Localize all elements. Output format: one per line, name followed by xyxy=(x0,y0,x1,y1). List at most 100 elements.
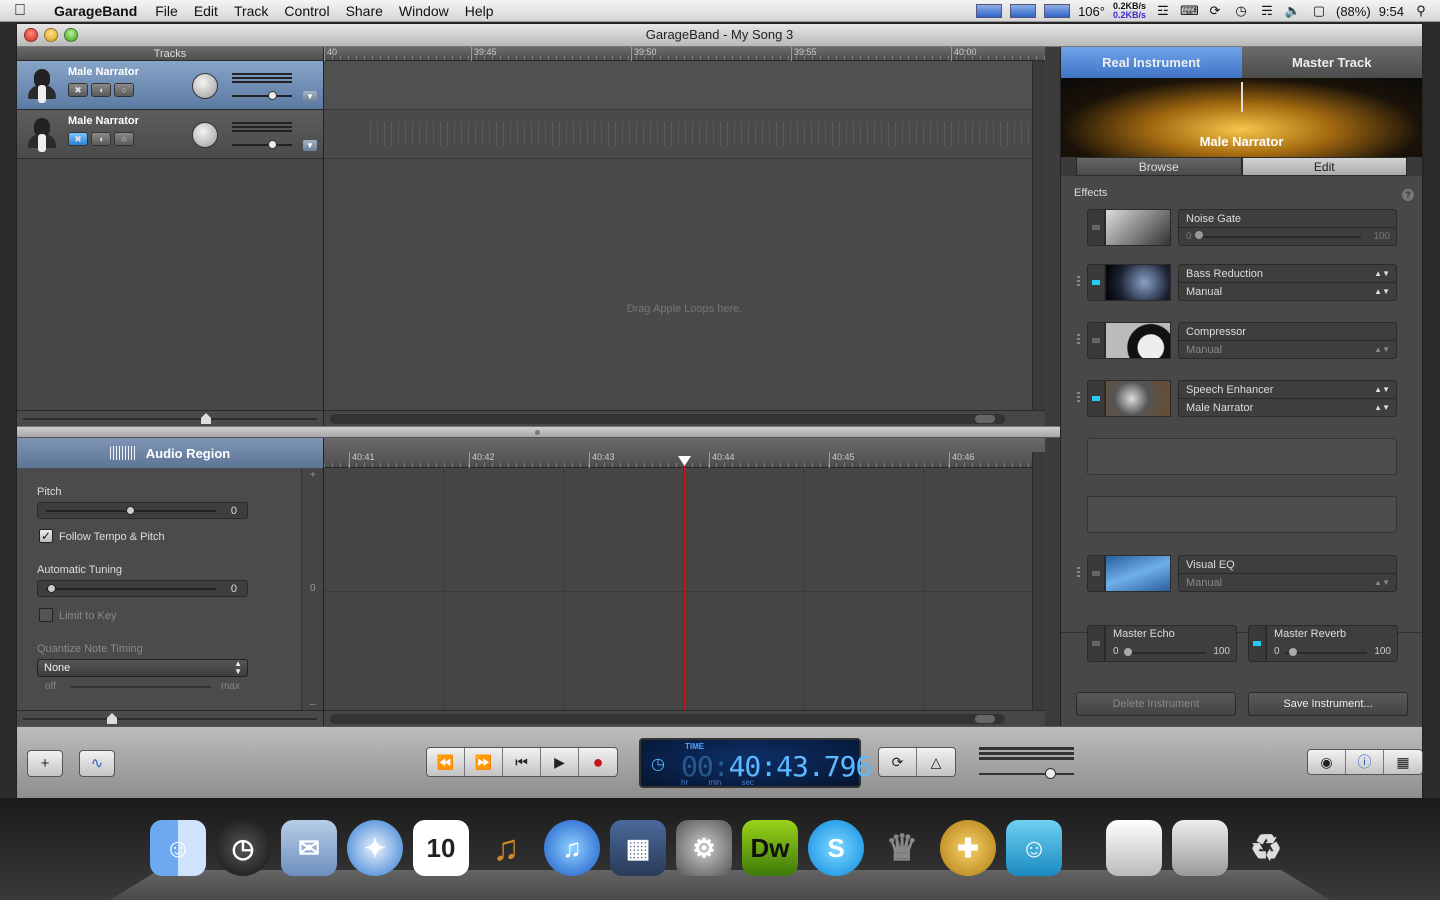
effect-toggle[interactable] xyxy=(1087,322,1105,359)
preset-select[interactable]: Manual ▲▼ xyxy=(1179,283,1396,301)
time-display-lcd[interactable]: ◷ TIME 00:40:43.796 hr min sec xyxy=(639,738,872,788)
drag-handle-icon[interactable] xyxy=(1077,334,1080,346)
editor-horizontal-scrollbar[interactable] xyxy=(324,710,1045,726)
ical-icon[interactable]: 10 xyxy=(413,820,469,876)
volume-icon[interactable]: 🔈 xyxy=(1284,4,1302,18)
track-lane-1[interactable] xyxy=(324,61,1045,110)
solo-headphones-icon[interactable]: ◖ xyxy=(91,83,111,97)
spotlight-search-icon[interactable]: ⚲ xyxy=(1412,4,1430,18)
effect-select[interactable]: Speech Enhancer ▲▼ xyxy=(1179,381,1396,399)
menu-share[interactable]: Share xyxy=(338,3,391,19)
track-volume-slider[interactable] xyxy=(232,140,292,149)
track-name[interactable]: Male Narrator xyxy=(68,66,139,78)
expand-track-icon[interactable]: ▼ xyxy=(303,140,317,151)
fast-forward-icon[interactable]: ⏩ xyxy=(465,748,503,776)
tab-browse[interactable]: Browse xyxy=(1076,157,1242,176)
master-reverb-toggle[interactable] xyxy=(1248,625,1266,662)
pan-knob[interactable] xyxy=(192,122,218,148)
stuffit-icon[interactable]: ✚ xyxy=(940,820,996,876)
audio-waveform[interactable] xyxy=(364,122,1035,146)
bluetooth-icon[interactable]: ☲ xyxy=(1154,4,1172,18)
arrange-timeline[interactable]: 40 39:45 39:50 39:55 40:00 Drag Apple Lo… xyxy=(324,47,1045,426)
editor-divider[interactable] xyxy=(17,426,1060,438)
dreamweaver-icon[interactable]: Dw xyxy=(742,820,798,876)
go-to-beginning-icon[interactable]: ⏮ xyxy=(503,748,541,776)
minimize-window-button[interactable] xyxy=(44,28,58,42)
volume-thumb[interactable] xyxy=(268,91,277,100)
garageband-icon[interactable]: ♫ xyxy=(478,820,534,876)
follow-tempo-checkbox[interactable]: ✓ xyxy=(39,529,53,543)
record-icon[interactable]: ● xyxy=(579,748,617,776)
editor-grid[interactable] xyxy=(324,469,1032,710)
drag-handle-icon[interactable] xyxy=(1077,567,1080,579)
timeline-ruler[interactable]: 40 39:45 39:50 39:55 40:00 xyxy=(324,47,1045,61)
zoom-in-icon[interactable]: + xyxy=(310,470,316,481)
cpu-graph-icon[interactable] xyxy=(1010,4,1037,18)
menubar-clock[interactable]: 9:54 xyxy=(1379,4,1404,19)
add-track-button[interactable]: + xyxy=(27,750,63,777)
tab-master-track[interactable]: Master Track xyxy=(1241,47,1422,78)
play-icon[interactable]: ▶ xyxy=(541,748,579,776)
effect-toggle[interactable] xyxy=(1087,555,1105,592)
scroll-thumb[interactable] xyxy=(975,715,995,723)
delete-instrument-button[interactable]: Delete Instrument xyxy=(1076,692,1236,716)
volume-thumb[interactable] xyxy=(268,140,277,149)
track-row-1[interactable]: Male Narrator ✖ ◖ ○ ▼ xyxy=(17,61,323,110)
auto-tuning-slider[interactable]: 0 xyxy=(37,580,248,597)
preset-select[interactable]: Manual ▲▼ xyxy=(1179,341,1396,359)
editor-zoom-bar[interactable]: + 0 – xyxy=(301,468,323,710)
downloads-stack-icon[interactable] xyxy=(1172,820,1228,876)
info-icon[interactable]: ⓘ xyxy=(1346,750,1384,774)
title-bar[interactable]: GarageBand - My Song 3 xyxy=(17,24,1422,47)
wifi-icon[interactable]: ☴ xyxy=(1258,4,1276,18)
trash-icon[interactable]: ♻ xyxy=(1238,820,1294,876)
pan-knob[interactable] xyxy=(192,73,218,99)
activity-graph-icon[interactable] xyxy=(1044,4,1071,18)
master-volume-thumb[interactable] xyxy=(1045,768,1056,779)
editor-zoom-thumb[interactable] xyxy=(107,713,117,724)
slider-thumb[interactable] xyxy=(1124,648,1132,656)
close-window-button[interactable] xyxy=(24,28,38,42)
temperature-readout[interactable]: 106° xyxy=(1078,4,1105,19)
scroll-track[interactable] xyxy=(330,414,1005,424)
editor-zoom-slider[interactable] xyxy=(17,710,323,726)
menu-edit[interactable]: Edit xyxy=(186,3,226,19)
effect-toggle[interactable] xyxy=(1087,264,1105,301)
pitch-slider-thumb[interactable] xyxy=(126,506,135,515)
cyberduck-icon[interactable]: ♛ xyxy=(874,820,930,876)
menu-help[interactable]: Help xyxy=(457,3,502,19)
empty-effect-slot[interactable] xyxy=(1087,496,1397,533)
expand-track-icon[interactable]: ▼ xyxy=(303,91,317,102)
effect-toggle[interactable] xyxy=(1087,380,1105,417)
address-book-icon[interactable]: ☺ xyxy=(1006,820,1062,876)
eye-icon[interactable]: ◉ xyxy=(1308,750,1346,774)
zoom-window-button[interactable] xyxy=(64,28,78,42)
preset-select[interactable]: Manual ▲▼ xyxy=(1179,574,1396,592)
scroll-thumb[interactable] xyxy=(975,415,995,423)
master-reverb-slider[interactable]: Master Reverb 0 100 xyxy=(1266,625,1398,662)
record-enable-icon[interactable]: ✖ xyxy=(68,132,88,146)
track-row-2[interactable]: Male Narrator ✖ ◖ ○ ▼ xyxy=(17,110,323,159)
metronome-icon[interactable]: △ xyxy=(917,748,955,776)
battery-percent[interactable]: (88%) xyxy=(1336,4,1371,19)
master-echo-toggle[interactable] xyxy=(1087,625,1105,662)
timeline-horizontal-scrollbar[interactable] xyxy=(324,410,1045,426)
dashboard-icon[interactable]: ◷ xyxy=(215,820,271,876)
cycle-icon[interactable]: ⟳ xyxy=(879,748,917,776)
save-instrument-button[interactable]: Save Instrument... xyxy=(1248,692,1408,716)
preset-select[interactable]: Male Narrator ▲▼ xyxy=(1179,399,1396,417)
apple-menu-icon[interactable]:  xyxy=(0,2,40,20)
slider-thumb[interactable] xyxy=(1289,648,1297,656)
rewind-icon[interactable]: ⏪ xyxy=(427,748,465,776)
editor-vertical-scrollbar[interactable] xyxy=(1032,452,1045,710)
track-zoom-slider[interactable] xyxy=(17,410,323,426)
quantize-popup[interactable]: None ▲ ▼ xyxy=(37,659,248,677)
system-preferences-icon[interactable]: ⚙ xyxy=(676,820,732,876)
effect-name[interactable]: Compressor xyxy=(1179,323,1396,341)
track-volume-slider[interactable] xyxy=(232,91,292,100)
itunes-icon[interactable]: ♫ xyxy=(544,820,600,876)
effect-select[interactable]: Bass Reduction ▲▼ xyxy=(1179,265,1396,283)
track-lane-2[interactable] xyxy=(324,110,1045,159)
pitch-slider[interactable]: 0 xyxy=(37,502,248,519)
skype-icon[interactable]: S xyxy=(808,820,864,876)
